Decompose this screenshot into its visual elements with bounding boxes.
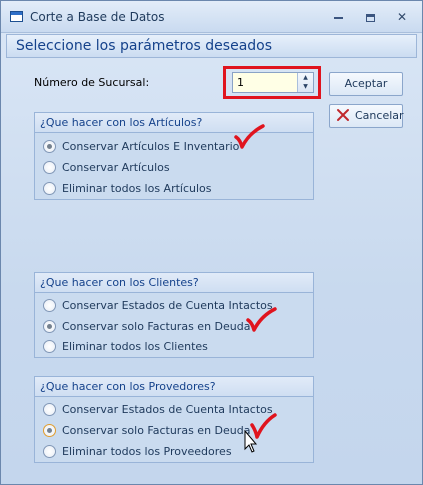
radio-label: Conservar solo Facturas en Deuda bbox=[62, 320, 251, 333]
maximize-button[interactable] bbox=[357, 7, 383, 27]
radio-button[interactable] bbox=[43, 445, 56, 458]
red-checkmark-icon bbox=[234, 124, 265, 149]
radio-button[interactable] bbox=[43, 182, 56, 195]
cancel-x-icon bbox=[337, 109, 349, 121]
minimize-button[interactable] bbox=[325, 7, 351, 27]
title-bar[interactable]: Corte a Base de Datos ✕ bbox=[1, 1, 422, 33]
spin-up-icon[interactable]: ▲ bbox=[298, 73, 313, 82]
spin-down-icon[interactable]: ▼ bbox=[298, 82, 313, 91]
radio-button[interactable] bbox=[43, 299, 56, 312]
radio-label: Conservar Estados de Cuenta Intactos bbox=[62, 299, 273, 312]
close-button[interactable]: ✕ bbox=[389, 7, 415, 27]
group-articulos: ¿Que hacer con los Artículos? Conservar … bbox=[34, 112, 314, 200]
radio-button[interactable] bbox=[43, 403, 56, 416]
radio-label: Eliminar todos los Proveedores bbox=[62, 445, 232, 458]
mouse-cursor-icon bbox=[244, 430, 258, 453]
radio-label: Eliminar todos los Artículos bbox=[62, 182, 212, 195]
group-clientes-title: ¿Que hacer con los Clientes? bbox=[35, 273, 313, 293]
app-window-icon bbox=[10, 11, 23, 22]
minimize-icon bbox=[333, 16, 343, 19]
page-title: Seleccione los parámetros deseados bbox=[6, 34, 417, 58]
window-title: Corte a Base de Datos bbox=[30, 10, 165, 24]
red-checkmark-icon bbox=[246, 307, 277, 332]
close-icon: ✕ bbox=[396, 10, 408, 24]
maximize-icon bbox=[365, 13, 375, 22]
radio-button[interactable] bbox=[43, 140, 56, 153]
radio-button[interactable] bbox=[43, 424, 56, 437]
radio-label: Eliminar todos los Clientes bbox=[62, 340, 208, 353]
sucursal-label: Número de Sucursal: bbox=[34, 76, 150, 89]
radio-label: Conservar Estados de Cuenta Intactos bbox=[62, 403, 273, 416]
radio-button[interactable] bbox=[43, 161, 56, 174]
radio-label: Conservar Artículos bbox=[62, 161, 170, 174]
aceptar-button[interactable]: Aceptar bbox=[329, 72, 403, 96]
dialog-window: Corte a Base de Datos ✕ Seleccione los p… bbox=[0, 0, 423, 485]
sucursal-stepper[interactable]: 1 ▲ ▼ bbox=[232, 72, 314, 93]
group-proveedores-title: ¿Que hacer con los Provedores? bbox=[35, 377, 313, 397]
radio-button[interactable] bbox=[43, 320, 56, 333]
group-articulos-title: ¿Que hacer con los Artículos? bbox=[35, 113, 313, 133]
sucursal-value[interactable]: 1 bbox=[237, 76, 244, 89]
cancelar-label: Cancelar bbox=[355, 109, 404, 122]
cancelar-button[interactable]: Cancelar bbox=[329, 104, 404, 128]
radio-button[interactable] bbox=[43, 340, 56, 353]
spin-buttons: ▲ ▼ bbox=[297, 73, 313, 92]
radio-label: Conservar solo Facturas en Deuda bbox=[62, 424, 251, 437]
radio-label: Conservar Artículos E Inventario bbox=[62, 140, 240, 153]
